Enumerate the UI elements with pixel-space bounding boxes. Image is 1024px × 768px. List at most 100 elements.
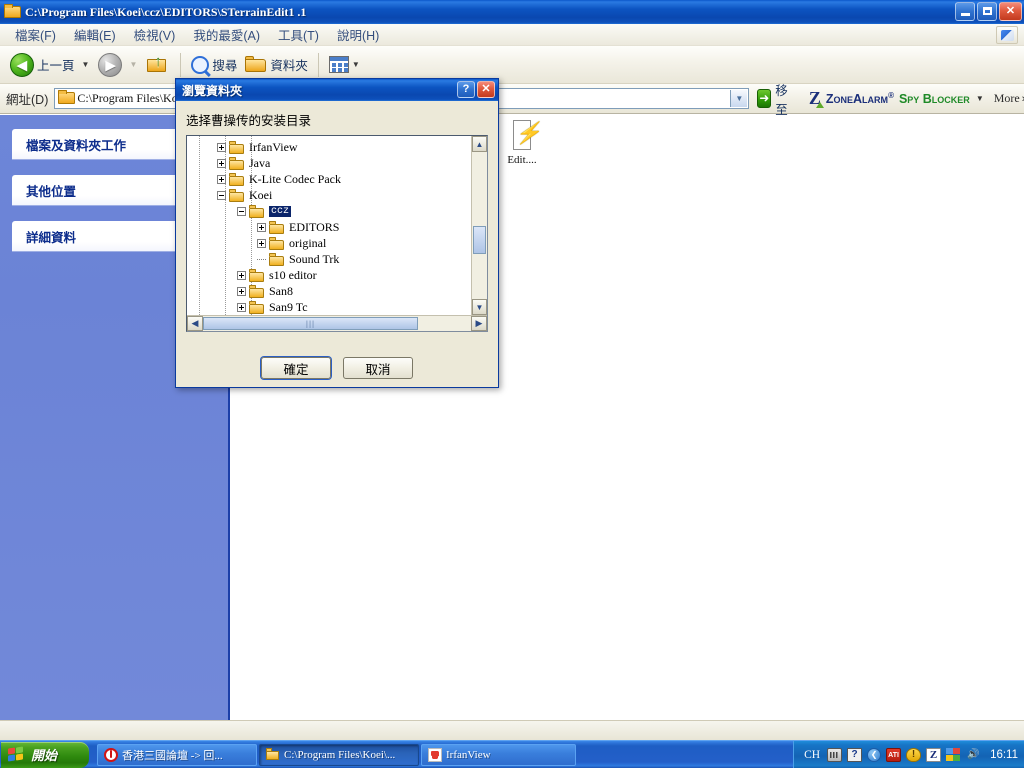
tree-item-label: Sound Trk xyxy=(289,251,340,266)
zonealarm-registered-mark: ® xyxy=(888,90,894,100)
expand-plus-icon[interactable] xyxy=(237,302,246,312)
folders-icon xyxy=(245,56,267,73)
folder-icon xyxy=(229,156,245,170)
taskbar-item-explorer[interactable]: C:\Program Files\Koei\... xyxy=(259,743,419,766)
folder-icon xyxy=(229,188,245,202)
window-titlebar: C:\Program Files\Koei\ccz\EDITORS\STerra… xyxy=(0,0,1024,24)
menu-item-favorites[interactable]: 我的最愛(A) xyxy=(184,23,269,46)
up-folder-icon: ↑ xyxy=(146,53,170,76)
up-button[interactable]: ↑ xyxy=(142,50,174,80)
clock[interactable]: 16:11 xyxy=(990,749,1018,761)
close-icon[interactable]: ✕ xyxy=(477,81,495,98)
tree-item-irfanview[interactable]: IrfanView xyxy=(187,139,470,155)
system-tray: CH 16:11 xyxy=(793,740,1024,768)
scroll-left-icon[interactable]: ◀ xyxy=(187,316,203,331)
ati-catalyst-icon[interactable] xyxy=(886,747,902,762)
menu-item-tools[interactable]: 工具(T) xyxy=(269,23,328,46)
restore-icon[interactable] xyxy=(977,2,997,21)
windows-flag-icon xyxy=(8,746,25,762)
forward-arrow-icon: ▶ xyxy=(98,52,123,77)
go-arrow-icon xyxy=(757,89,772,108)
menu-item-view[interactable]: 檢視(V) xyxy=(125,23,185,46)
tree-item-san9-tc[interactable]: San9 Tc xyxy=(187,299,470,314)
window-controls: ✕ xyxy=(955,2,1022,21)
show-hidden-icons-chevron-icon[interactable] xyxy=(867,747,882,762)
go-button[interactable]: 移至 xyxy=(757,80,793,118)
views-button[interactable]: ▼ xyxy=(325,50,369,80)
vertical-scroll-thumb[interactable] xyxy=(473,226,486,254)
folder-icon xyxy=(269,252,285,266)
expand-plus-icon[interactable] xyxy=(217,158,226,168)
tree-vertical-scrollbar[interactable]: ▲ ▼ xyxy=(471,136,487,315)
language-indicator[interactable]: CH xyxy=(804,749,820,761)
expand-plus-icon[interactable] xyxy=(257,238,266,248)
folder-icon xyxy=(4,4,20,20)
tree-horizontal-scrollbar[interactable]: ◀ ▶ xyxy=(187,315,487,331)
address-bar: 網址(D) C:\Program Files\Koei\ccz\EDITORS\… xyxy=(0,84,1024,117)
collapse-minus-icon[interactable] xyxy=(217,190,226,200)
expand-plus-icon[interactable] xyxy=(217,174,226,184)
back-history-chevron-down-icon[interactable]: ▼ xyxy=(82,60,90,69)
back-button-label: 上一頁 xyxy=(37,59,75,73)
cancel-button[interactable]: 取消 xyxy=(343,357,413,379)
scroll-up-icon[interactable]: ▲ xyxy=(472,136,487,152)
scroll-right-icon[interactable]: ▶ xyxy=(471,316,487,331)
explorer-window: C:\Program Files\Koei\ccz\EDITORS\STerra… xyxy=(0,0,1024,740)
expand-plus-icon[interactable] xyxy=(237,270,246,280)
tree-item-sound-trk[interactable]: Sound Trk xyxy=(187,251,470,267)
zonealarm-logo-icon: Z xyxy=(809,88,824,109)
zonealarm-brand-label: ZoneAlarm® xyxy=(826,91,894,106)
close-icon[interactable]: ✕ xyxy=(999,2,1022,21)
start-button[interactable]: 開始 xyxy=(1,741,89,768)
dialog-footer: 確定 取消 xyxy=(176,357,498,379)
tree-item-label: IrfanView xyxy=(249,139,298,154)
tree-item-editors[interactable]: EDITORS xyxy=(187,219,470,235)
windows-logo-icon[interactable] xyxy=(996,26,1018,44)
tree-item-java[interactable]: Java xyxy=(187,155,470,171)
ok-button[interactable]: 確定 xyxy=(261,357,331,379)
tree-item-san8[interactable]: San8 xyxy=(187,283,470,299)
minimize-icon[interactable] xyxy=(955,2,975,21)
back-button[interactable]: ◀ 上一頁 xyxy=(6,50,79,80)
dialog-window-controls: ? ✕ xyxy=(457,81,495,98)
color-profile-icon[interactable] xyxy=(946,747,961,762)
collapse-minus-icon[interactable] xyxy=(237,206,246,216)
zonealarm-icon[interactable] xyxy=(926,747,942,762)
taskbar-item-irfanview[interactable]: IrfanView xyxy=(421,743,576,766)
tree-item-koei[interactable]: Koei xyxy=(187,187,470,203)
status-bar xyxy=(0,720,1024,740)
folder-icon xyxy=(269,236,285,250)
menu-item-help[interactable]: 說明(H) xyxy=(328,23,388,46)
window-title: C:\Program Files\Koei\ccz\EDITORS\STerra… xyxy=(25,4,307,19)
tree-item-original[interactable]: original xyxy=(187,235,470,251)
folder-tree[interactable]: IrfanView Java K-Lite Codec Pack Koei cc… xyxy=(187,139,470,314)
opera-icon xyxy=(104,747,118,762)
expand-plus-icon[interactable] xyxy=(217,142,226,152)
expand-plus-icon[interactable] xyxy=(257,222,266,232)
views-chevron-down-icon[interactable]: ▼ xyxy=(352,60,360,69)
tree-item-s10-editor[interactable]: s10 editor xyxy=(187,267,470,283)
folders-button[interactable]: 資料夾 xyxy=(241,50,312,80)
volume-icon[interactable] xyxy=(966,748,981,762)
menu-item-file[interactable]: 檔案(F) xyxy=(6,23,65,46)
more-button-label[interactable]: More xyxy=(994,91,1020,106)
address-chevron-down-icon[interactable]: ▼ xyxy=(730,90,748,107)
menu-item-edit[interactable]: 編輯(E) xyxy=(65,23,125,46)
search-button[interactable]: 搜尋 xyxy=(187,50,241,80)
security-alert-icon[interactable] xyxy=(906,747,922,762)
zonealarm-toolbar[interactable]: Z ZoneAlarm® Spy Blocker ▼ xyxy=(809,88,984,109)
tree-item-label: EDITORS xyxy=(289,219,340,234)
tree-item-k-lite-codec-pack[interactable]: K-Lite Codec Pack xyxy=(187,171,470,187)
tree-item-ccz[interactable]: ccz xyxy=(187,203,470,219)
zonealarm-chevron-down-icon[interactable]: ▼ xyxy=(976,94,984,103)
forward-button[interactable]: ▶ xyxy=(94,50,126,80)
help-icon[interactable]: ? xyxy=(457,81,475,98)
keyboard-icon[interactable] xyxy=(827,747,843,762)
scroll-down-icon[interactable]: ▼ xyxy=(472,299,487,315)
help-icon[interactable] xyxy=(847,747,863,762)
taskbar-item-label: IrfanView xyxy=(446,748,491,761)
horizontal-scroll-thumb[interactable] xyxy=(203,317,418,330)
taskbar-item-opera[interactable]: 香港三國論壇 -> 回... xyxy=(97,743,257,766)
expand-plus-icon[interactable] xyxy=(237,286,246,296)
folder-tree-box[interactable]: IrfanView Java K-Lite Codec Pack Koei cc… xyxy=(186,135,488,332)
